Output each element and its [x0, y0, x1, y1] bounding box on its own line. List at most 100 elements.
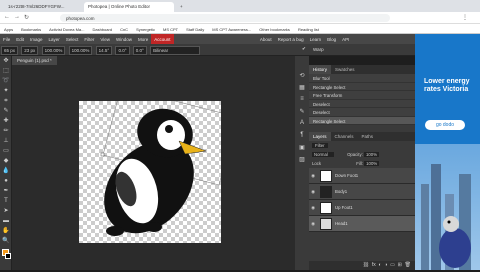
image-panel-icon[interactable]: ▨ — [296, 156, 308, 166]
layer-row[interactable]: ◉ Down Foot1 — [309, 168, 415, 184]
layer-row[interactable]: ◉ Body1 — [309, 184, 415, 200]
tab-paths[interactable]: Paths — [358, 132, 378, 141]
history-item[interactable]: Deselect — [309, 99, 415, 108]
background-color[interactable] — [5, 253, 11, 259]
layer-style-icon[interactable]: fx — [372, 262, 376, 268]
css-panel-icon[interactable]: ▣ — [296, 144, 308, 154]
blur-tool-icon[interactable]: 💧 — [1, 167, 11, 176]
eye-icon[interactable]: ◉ — [309, 189, 317, 195]
eyedropper-tool-icon[interactable]: ✎ — [1, 107, 11, 116]
history-item[interactable]: Free Transform — [309, 91, 415, 100]
eye-icon[interactable]: ◉ — [309, 221, 317, 227]
layer-row-selected[interactable]: ◉ Head1 — [309, 216, 415, 232]
menu-file[interactable]: File — [0, 34, 13, 44]
adjustment-icon[interactable]: ◑ — [384, 262, 387, 268]
document-tab[interactable]: Penguin (1).psd * — [12, 56, 57, 65]
path-select-icon[interactable]: ➤ — [1, 207, 11, 216]
warp-label[interactable]: Warp — [313, 47, 324, 52]
menu-image[interactable]: Image — [27, 34, 46, 44]
skew-v-field[interactable]: 0.0° — [132, 46, 147, 55]
stamp-tool-icon[interactable]: ⊥ — [1, 137, 11, 146]
menu-api[interactable]: API — [339, 34, 352, 44]
history-item[interactable]: Rectangle Select — [309, 82, 415, 91]
menu-layer[interactable]: Layer — [46, 34, 63, 44]
browser-tab-photopea[interactable]: Photopea | Online Photo Editor — [84, 2, 174, 12]
brush-panel-icon[interactable]: ✎ — [296, 108, 308, 118]
tab-label: 1s-r22t8-7ml26DDFYGFW... — [8, 4, 65, 9]
angle-field[interactable]: 14.5° — [95, 46, 113, 55]
menu-learn[interactable]: Learn — [307, 34, 325, 44]
menu-account[interactable]: Account — [151, 34, 174, 44]
layer-row[interactable]: ◉ Up Foot1 — [309, 200, 415, 216]
layer-name: Body1 — [335, 189, 348, 194]
history-item-selected[interactable]: Rectangle Select — [309, 116, 415, 125]
fill-tool-icon[interactable]: ◆ — [1, 157, 11, 166]
interpolation-select[interactable]: Bilinear — [150, 46, 201, 55]
crop-tool-icon[interactable]: ⌗ — [1, 97, 11, 106]
tab-history[interactable]: History — [309, 65, 332, 74]
reload-icon[interactable]: ↻ — [24, 14, 29, 21]
pen-tool-icon[interactable]: ✒ — [1, 187, 11, 196]
history-panel-icon[interactable]: ⟲ — [296, 72, 308, 82]
layer-filter-toggle[interactable]: Filter — [312, 143, 328, 148]
layer-actions-bar: ⛓ fx ◐ ◑ ▭ ⊞ 🗑 — [309, 261, 415, 270]
width-field[interactable]: 100.00% — [41, 46, 66, 55]
eye-icon[interactable]: ◉ — [309, 173, 317, 179]
y-field[interactable]: 23 px — [21, 46, 39, 55]
history-item[interactable]: Deselect — [309, 108, 415, 117]
tab-swatches[interactable]: Swatches — [331, 65, 359, 74]
marquee-tool-icon[interactable]: ⬚ — [1, 67, 11, 76]
link-layers-icon[interactable]: ⛓ — [363, 262, 369, 268]
menu-filter[interactable]: Filter — [81, 34, 97, 44]
magic-wand-icon[interactable]: ✦ — [1, 87, 11, 96]
ad-button[interactable]: go dodo — [425, 120, 465, 130]
menu-blog[interactable]: Blog — [324, 34, 339, 44]
document-canvas[interactable] — [79, 84, 238, 243]
tab-layers[interactable]: Layers — [309, 132, 331, 141]
menu-edit[interactable]: Edit — [13, 34, 27, 44]
zoom-tool-icon[interactable]: 🔍 — [1, 237, 11, 246]
menu-select[interactable]: Select — [63, 34, 82, 44]
new-layer-icon[interactable]: ⊞ — [398, 262, 402, 268]
browser-tab-1[interactable]: 1s-r22t8-7ml26DDFYGFW... — [4, 2, 82, 12]
character-panel-icon[interactable]: A — [296, 120, 308, 130]
type-tool-icon[interactable]: T — [1, 197, 11, 206]
healing-tool-icon[interactable]: ✚ — [1, 117, 11, 126]
confirm-check-icon[interactable]: ✔ — [302, 46, 306, 52]
eye-icon[interactable]: ◉ — [309, 205, 317, 211]
height-field[interactable]: 100.00% — [68, 46, 93, 55]
mask-icon[interactable]: ◐ — [379, 262, 382, 268]
url-field[interactable]: photopea.com — [60, 14, 390, 22]
color-swatches[interactable] — [0, 247, 11, 267]
new-tab-button[interactable]: + — [176, 2, 184, 12]
move-tool-icon[interactable]: ✥ — [1, 57, 11, 66]
shape-tool-icon[interactable]: ▬ — [1, 217, 11, 226]
hand-tool-icon[interactable]: ✋ — [1, 227, 11, 236]
menu-report-bug[interactable]: Report a bug — [275, 34, 307, 44]
trash-icon[interactable]: 🗑 — [405, 262, 411, 268]
x-field[interactable]: 65 px — [1, 46, 19, 55]
advertisement[interactable]: Lower energy rates Victoria go dodo — [415, 34, 480, 270]
history-item[interactable]: Blur Tool — [309, 74, 415, 83]
menu-more[interactable]: More — [135, 34, 151, 44]
swatches-panel-icon[interactable]: ▦ — [296, 84, 308, 94]
menu-window[interactable]: Window — [113, 34, 135, 44]
eraser-tool-icon[interactable]: ▭ — [1, 147, 11, 156]
dodge-tool-icon[interactable]: ● — [1, 177, 11, 186]
opacity-field[interactable]: 100% — [364, 152, 380, 157]
forward-icon[interactable]: → — [14, 14, 20, 20]
tab-channels[interactable]: Channels — [331, 132, 358, 141]
menu-about[interactable]: About — [257, 34, 275, 44]
fill-field[interactable]: 100% — [364, 161, 380, 166]
folder-icon[interactable]: ▭ — [390, 262, 395, 268]
properties-panel-icon[interactable]: ≡ — [296, 96, 308, 106]
address-bar-row: ← → ↻ photopea.com ⋮ — [0, 12, 480, 24]
brush-tool-icon[interactable]: ✏ — [1, 127, 11, 136]
menu-view[interactable]: View — [97, 34, 113, 44]
blend-mode-select[interactable]: Normal — [312, 152, 334, 157]
paragraph-panel-icon[interactable]: ¶ — [296, 132, 308, 142]
back-icon[interactable]: ← — [4, 14, 10, 20]
menu-icon[interactable]: ⋮ — [462, 14, 468, 21]
lasso-tool-icon[interactable]: ➰ — [1, 77, 11, 86]
skew-h-field[interactable]: 0.0° — [115, 46, 130, 55]
